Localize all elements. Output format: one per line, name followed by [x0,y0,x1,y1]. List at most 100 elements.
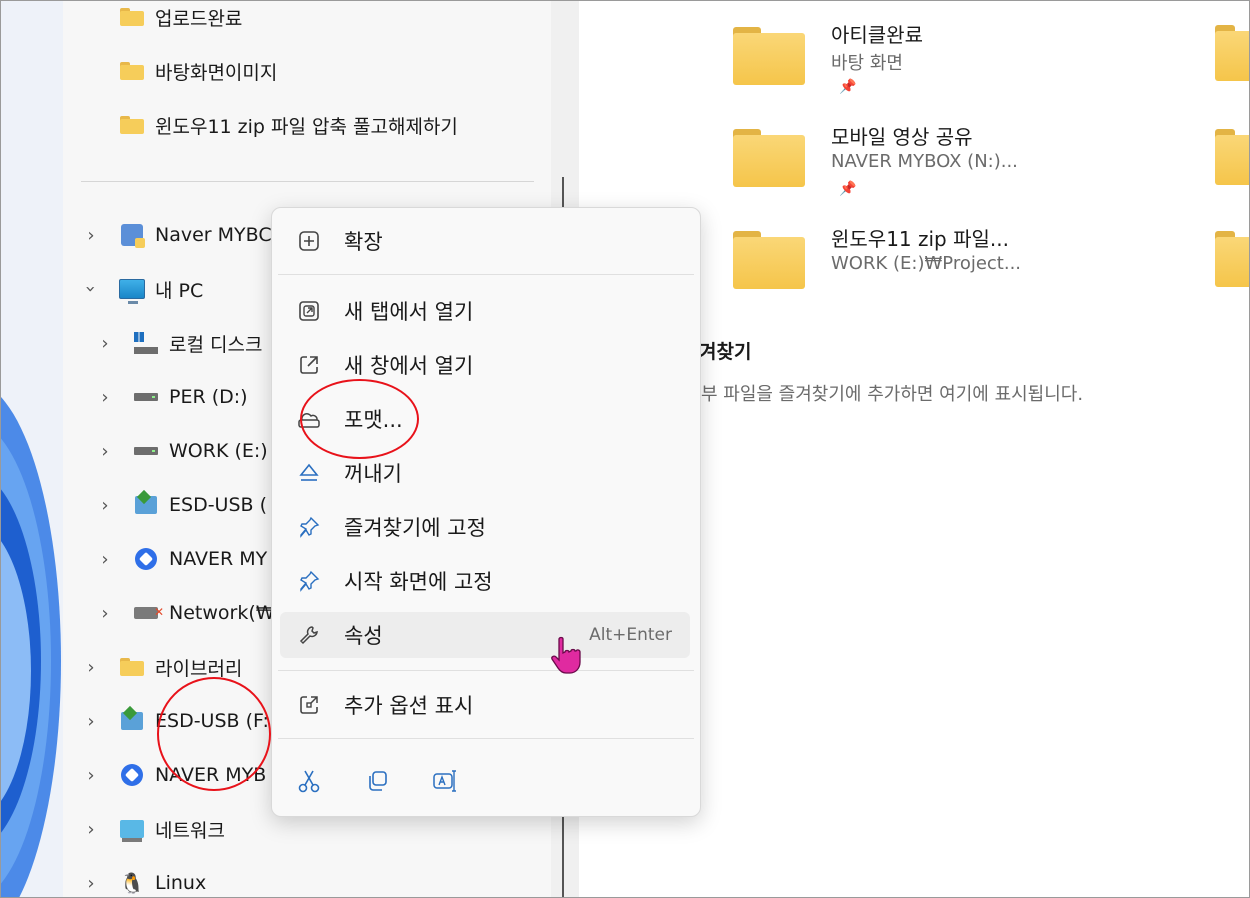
naver-icon [119,763,145,787]
nav-item-label: 업로드완료 [155,7,243,30]
chevron-right-icon[interactable]: › [93,431,117,471]
nav-item-local-disk[interactable]: 로컬 디스크 [133,323,262,363]
menu-item-open-new-tab[interactable]: 새 탭에서 열기 [280,288,690,334]
quick-access-item[interactable]: 윈도우11 zip 파일... WORK (E:)₩Project... [733,219,1213,309]
nav-divider [81,181,534,182]
annotation-circle-format [300,379,419,459]
chevron-right-icon[interactable]: › [93,485,117,525]
menu-item-label: 즐겨찾기에 고정 [344,516,486,540]
naver-icon [133,547,159,571]
quick-access-location: NAVER MYBOX (N:)... [831,151,1018,172]
chevron-right-icon[interactable]: › [93,593,117,633]
menu-item-label: 속성 [344,624,383,648]
menu-item-label: 확장 [344,230,383,254]
chevron-right-icon[interactable]: › [79,647,103,687]
nav-item-label: 네트워크 [155,819,225,842]
nav-item-network-drive[interactable]: Network(₩ [133,593,275,633]
nav-item-label: PER (D:) [169,386,248,408]
local-disk-icon [133,331,159,355]
folder-icon [119,113,145,137]
quick-access-location: WORK (E:)₩Project... [831,253,1022,274]
rename-icon[interactable] [428,764,462,798]
menu-item-label: 꺼내기 [344,462,402,486]
folder-icon [119,5,145,29]
nav-item-label: 윈도우11 zip 파일 압축 풀고해제하기 [155,115,458,138]
chevron-right-icon[interactable]: › [79,809,103,849]
nav-item-label: 바탕화면이미지 [155,61,278,84]
hand-cursor-icon [549,635,583,675]
quick-access-name: 아티클완료 [831,23,923,47]
chevron-right-icon[interactable]: › [93,323,117,363]
menu-item-label: 시작 화면에 고정 [344,570,493,594]
usb-drive-icon [133,493,159,517]
menu-item-pin-favorites[interactable]: 즐겨찾기에 고정 [280,504,690,550]
nav-item-label: NAVER MY [169,548,268,570]
nav-quick-folder[interactable]: 윈도우11 zip 파일 압축 풀고해제하기 [119,105,458,145]
annotation-circle-esd-usb [157,677,271,791]
desktop-wallpaper [1,1,63,897]
menu-item-more-options[interactable]: 추가 옵션 표시 [280,682,690,728]
menu-separator [278,274,694,275]
network-icon [119,817,145,842]
open-new-window-icon [296,352,322,378]
nav-item-mybox[interactable]: Naver MYBC [119,215,272,255]
quick-access-location: 바탕 화면 [831,53,903,74]
nav-item-network[interactable]: 네트워크 [119,809,225,849]
usb-drive-icon [119,709,145,733]
nav-item-drive-e[interactable]: WORK (E:) [133,431,268,471]
network-drive-icon [133,601,164,625]
pin-icon: 📌 [839,181,857,197]
chevron-right-icon[interactable]: › [79,215,103,255]
drive-icon [133,439,159,463]
menu-separator [278,738,694,739]
pin-icon [296,568,322,594]
chevron-right-icon[interactable]: › [79,755,103,795]
favorites-heading: 겨찾기 [699,341,752,363]
computer-icon [119,277,145,304]
nav-item-drive-d[interactable]: PER (D:) [133,377,248,417]
context-menu: 확장 새 탭에서 열기 새 창에서 열기 포맷... 꺼내기 즐겨찾기에 고정 … [271,207,701,817]
menu-item-pin-start[interactable]: 시작 화면에 고정 [280,558,690,604]
chevron-right-icon[interactable]: › [79,701,103,741]
folder-icon[interactable] [1215,129,1249,185]
copy-icon[interactable] [360,764,394,798]
chevron-right-icon[interactable]: › [93,377,117,417]
chevron-down-icon[interactable]: › [71,277,111,301]
cut-icon[interactable] [292,764,326,798]
nav-item-esd-usb[interactable]: ESD-USB ( [133,485,267,525]
expand-icon [296,228,322,254]
menu-item-label: 새 창에서 열기 [344,354,474,378]
explorer-window: 업로드완료 바탕화면이미지 윈도우11 zip 파일 압축 풀고해제하기 › N… [0,0,1250,898]
nav-item-linux[interactable]: 🐧 Linux [119,863,207,897]
folder-icon [733,27,805,85]
folder-icon[interactable] [1215,25,1249,81]
quick-access-name: 윈도우11 zip 파일... [831,227,1009,251]
nav-quick-folder[interactable]: 업로드완료 [119,1,243,37]
nav-item-label: Naver MYBC [155,224,272,246]
quick-access-item[interactable]: 모바일 영상 공유 NAVER MYBOX (N:)... 📌 [733,117,1213,207]
shortcut-label: Alt+Enter [589,625,672,645]
menu-item-expand[interactable]: 확장 [280,218,690,264]
folder-icon [733,231,805,289]
linux-icon: 🐧 [119,871,145,895]
nav-item-this-pc[interactable]: 내 PC [119,269,203,309]
nav-quick-folder[interactable]: 바탕화면이미지 [119,51,277,91]
chevron-right-icon[interactable]: › [79,863,103,897]
nav-item-label: ESD-USB ( [169,494,268,516]
menu-separator [278,670,694,671]
folder-icon [733,129,805,187]
eject-icon [296,460,322,486]
menu-item-properties[interactable]: 속성 Alt+Enter [280,612,690,658]
pin-icon [296,514,322,540]
favorites-empty-text: 부 파일을 즐겨찾기에 추가하면 여기에 표시됩니다. [701,384,1084,405]
quick-access-name: 모바일 영상 공유 [831,125,973,149]
nav-item-label: 로컬 디스크 [169,333,263,356]
chevron-right-icon[interactable]: › [93,539,117,579]
folder-icon[interactable] [1215,231,1249,287]
folder-icon [119,655,145,679]
pin-icon: 📌 [839,79,857,95]
nav-item-naver-mybox[interactable]: NAVER MY [133,539,267,579]
quick-access-item[interactable]: 아티클완료 바탕 화면 📌 [733,15,1213,105]
more-options-icon [296,692,322,718]
menu-item-label: 추가 옵션 표시 [344,694,474,718]
